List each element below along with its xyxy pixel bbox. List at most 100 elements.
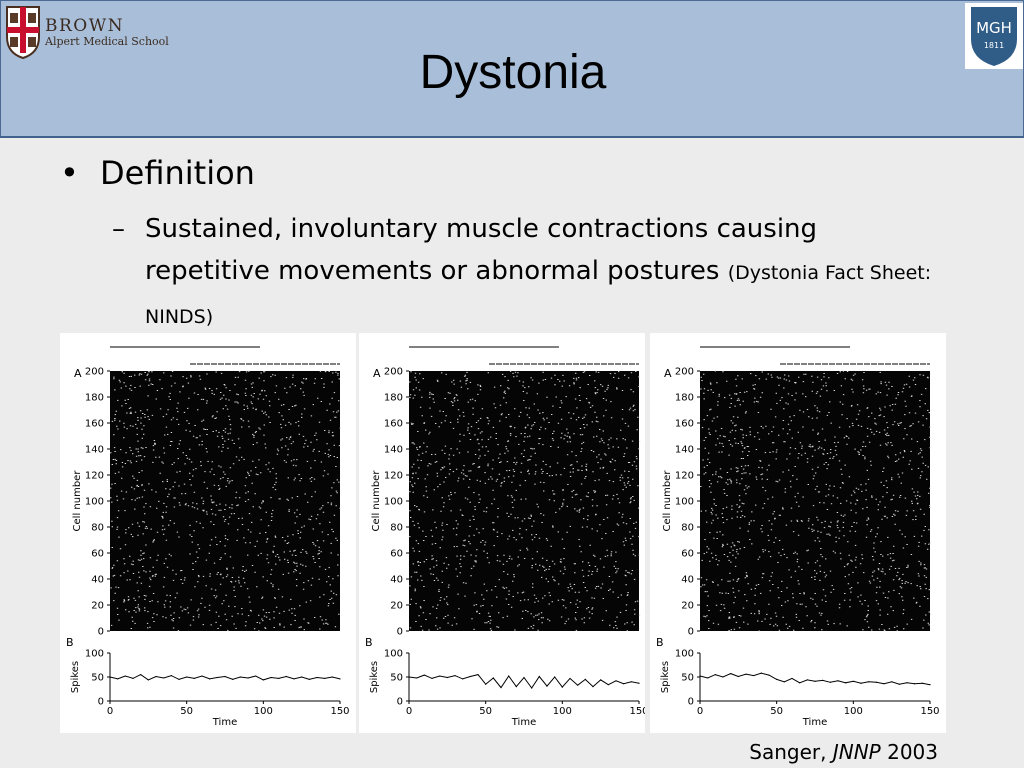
spikes-data-point xyxy=(554,676,556,678)
spikes-x-tick-label: 50 xyxy=(770,706,783,717)
bullet-definition-text: Definition xyxy=(100,154,255,192)
slide-header: BROWN Alpert Medical School MGH 1811 Dys… xyxy=(0,0,1024,138)
raster-plot xyxy=(700,371,930,631)
spikes-series-line xyxy=(408,674,640,689)
raster-y-tick-label: 120 xyxy=(85,471,104,482)
dash-icon: – xyxy=(112,214,125,244)
spikes-data-point xyxy=(737,675,739,678)
spikes-data-point xyxy=(745,673,747,675)
spikes-data-point xyxy=(829,681,831,683)
citation: Sanger, JNNP 2003 xyxy=(749,740,938,764)
spikes-data-point xyxy=(339,678,341,680)
raster-y-tick-label: 40 xyxy=(91,575,104,586)
spikes-x-tick-label: 150 xyxy=(330,706,349,717)
spikes-data-point xyxy=(883,683,885,685)
citation-author: Sanger, xyxy=(749,740,833,764)
spikes-data-point xyxy=(776,678,778,680)
raster-y-tick-label: 140 xyxy=(675,445,694,456)
spikes-data-point xyxy=(408,676,410,678)
spikes-data-point xyxy=(147,679,149,681)
spikes-x-tick-label: 100 xyxy=(254,706,273,717)
figure-right-svg: A 0 20 40 60 80 100 120 140 160 180 200 Cell number B… xyxy=(656,346,940,728)
raster-y-tick-label: 20 xyxy=(390,601,403,612)
spikes-data-point xyxy=(875,681,877,683)
spikes-x-tick-label: 150 xyxy=(920,706,939,717)
spikes-data-point xyxy=(929,684,931,686)
spikes-data-point xyxy=(454,674,456,677)
mgh-name: MGH xyxy=(976,19,1012,37)
spikes-y-tick-label: 0 xyxy=(98,697,104,708)
spikes-data-point xyxy=(600,679,602,681)
spikes-data-point xyxy=(921,682,923,684)
spikes-data-point xyxy=(531,687,533,689)
panel-a-letter: A xyxy=(664,367,672,380)
spikes-x-tick-label: 100 xyxy=(844,706,863,717)
spikes-data-point xyxy=(577,684,579,686)
raster-y-tick-label: 60 xyxy=(390,549,403,560)
spikes-series-line xyxy=(699,672,931,686)
spikes-data-point xyxy=(699,675,701,677)
spikes-data-point xyxy=(239,676,241,678)
panel-b-letter: B xyxy=(66,636,74,649)
spikes-data-point xyxy=(500,686,502,689)
raster-y-axis-label: Cell number xyxy=(662,470,673,532)
spikes-data-point xyxy=(431,677,433,680)
panel-b-letter: B xyxy=(656,636,664,649)
raster-y-tick-label: 120 xyxy=(384,471,403,482)
spikes-data-point xyxy=(278,677,280,680)
spikes-x-tick-label: 0 xyxy=(406,706,412,717)
spikes-data-point xyxy=(232,678,234,680)
spikes-x-tick-label: 0 xyxy=(697,706,703,717)
spikes-data-point xyxy=(768,674,770,676)
raster-y-tick-label: 40 xyxy=(390,575,403,586)
spikes-y-tick-label: 50 xyxy=(681,673,694,684)
raster-y-tick-label: 140 xyxy=(85,445,104,456)
spikes-data-point xyxy=(224,675,226,678)
figure-panel-right: A 0 20 40 60 80 100 120 140 160 180 200 Cell number B… xyxy=(650,333,946,733)
panel-a-letter: A xyxy=(74,367,82,380)
spikes-data-point xyxy=(186,676,188,678)
raster-y-tick-label: 60 xyxy=(91,549,104,560)
raster-y-tick-label: 120 xyxy=(675,471,694,482)
raster-y-tick-label: 140 xyxy=(384,445,403,456)
definition-text: Sustained, involuntary muscle contractio… xyxy=(145,214,818,286)
spikes-data-point xyxy=(170,674,172,677)
spikes-y-tick-label: 100 xyxy=(675,649,694,660)
spikes-data-point xyxy=(898,683,900,685)
spikes-data-point xyxy=(753,674,755,677)
brown-name: BROWN xyxy=(45,15,125,36)
raster-y-tick-label: 100 xyxy=(384,497,403,508)
spikes-y-tick-label: 100 xyxy=(85,649,104,660)
raster-plot xyxy=(110,371,340,631)
spikes-data-point xyxy=(316,676,318,679)
spikes-data-point xyxy=(439,675,441,677)
spikes-data-point xyxy=(109,676,111,678)
spikes-data-point xyxy=(209,678,211,680)
spikes-data-point xyxy=(546,685,548,687)
spikes-data-point xyxy=(837,680,839,682)
raster-y-axis-label: Cell number xyxy=(371,470,382,532)
raster-y-tick-label: 0 xyxy=(98,627,104,638)
figure-panel-left: A 0 20 40 60 80 100 120 140 160 180 200 Cell number B… xyxy=(60,333,356,733)
spikes-data-point xyxy=(485,683,487,685)
spikes-data-point xyxy=(515,686,517,688)
raster-y-tick-label: 20 xyxy=(91,601,104,612)
spikes-y-axis-label: Spikes xyxy=(369,661,380,693)
spikes-data-point xyxy=(852,680,854,682)
spikes-y-axis-label: Spikes xyxy=(660,661,671,693)
spikes-data-point xyxy=(117,678,119,680)
spikes-data-point xyxy=(914,683,916,685)
spikes-data-point xyxy=(469,675,471,678)
spikes-data-point xyxy=(140,674,142,676)
spikes-data-point xyxy=(538,675,540,678)
spikes-data-point xyxy=(324,677,326,680)
raster-y-tick-label: 80 xyxy=(390,523,403,534)
spikes-data-point xyxy=(630,681,632,683)
spikes-x-tick-label: 0 xyxy=(107,706,113,717)
spikes-x-axis-label: Time xyxy=(802,717,827,728)
spikes-data-point xyxy=(255,675,257,677)
citation-year: 2003 xyxy=(880,740,938,764)
raster-y-tick-label: 200 xyxy=(675,367,694,378)
spikes-data-point xyxy=(270,676,272,679)
spikes-data-point xyxy=(462,678,464,680)
